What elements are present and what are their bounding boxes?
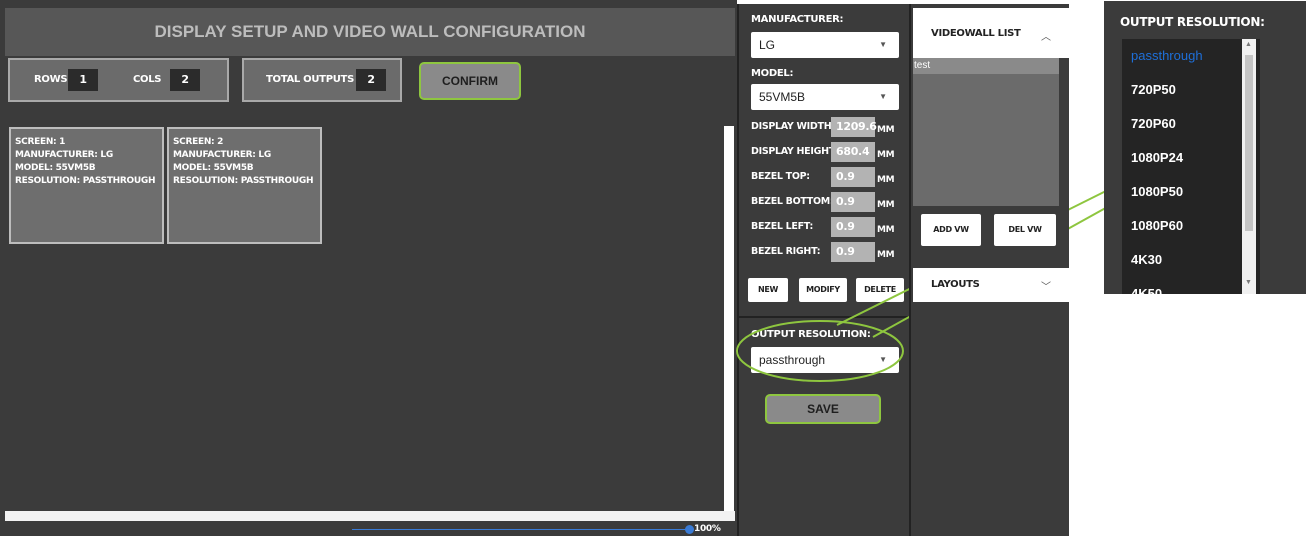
videowall-list-title: VIDEOWALL LIST: [931, 28, 1021, 39]
scroll-down-icon[interactable]: ▼: [1245, 279, 1252, 286]
delete-videowall-button[interactable]: DEL VW: [994, 214, 1056, 246]
highlight-ellipse: [736, 320, 904, 382]
option-1080p60[interactable]: 1080P60: [1122, 209, 1260, 243]
resolution-options-list[interactable]: passthrough 720P50 720P60 1080P24 1080P5…: [1122, 39, 1260, 294]
layouts-header[interactable]: LAYOUTS ﹀: [913, 268, 1069, 302]
list-item[interactable]: test: [913, 58, 1059, 74]
videowall-list-header[interactable]: VIDEOWALL LIST ︿: [913, 8, 1069, 58]
option-4k50[interactable]: 4K50: [1122, 277, 1260, 294]
scroll-up-icon[interactable]: ▲: [1245, 41, 1252, 48]
option-passthrough[interactable]: passthrough: [1122, 39, 1260, 73]
videowall-panel: VIDEOWALL LIST ︿ test ADD VW DEL VW LAYO…: [909, 4, 1069, 536]
add-videowall-button[interactable]: ADD VW: [921, 214, 981, 246]
chevron-up-icon: ︿: [1041, 32, 1051, 43]
options-scrollbar[interactable]: ▲ ▼: [1242, 39, 1256, 294]
popup-title: OUTPUT RESOLUTION:: [1120, 15, 1265, 29]
option-720p60[interactable]: 720P60: [1122, 107, 1260, 141]
option-4k30[interactable]: 4K30: [1122, 243, 1260, 277]
option-1080p24[interactable]: 1080P24: [1122, 141, 1260, 175]
output-resolution-popup: OUTPUT RESOLUTION: passthrough 720P50 72…: [1104, 1, 1306, 294]
option-1080p50[interactable]: 1080P50: [1122, 175, 1260, 209]
layouts-title: LAYOUTS: [931, 279, 980, 290]
chevron-down-icon: ﹀: [1041, 282, 1051, 293]
scrollbar-thumb[interactable]: [1245, 55, 1253, 231]
videowall-list[interactable]: test: [913, 58, 1059, 206]
option-720p50[interactable]: 720P50: [1122, 73, 1260, 107]
